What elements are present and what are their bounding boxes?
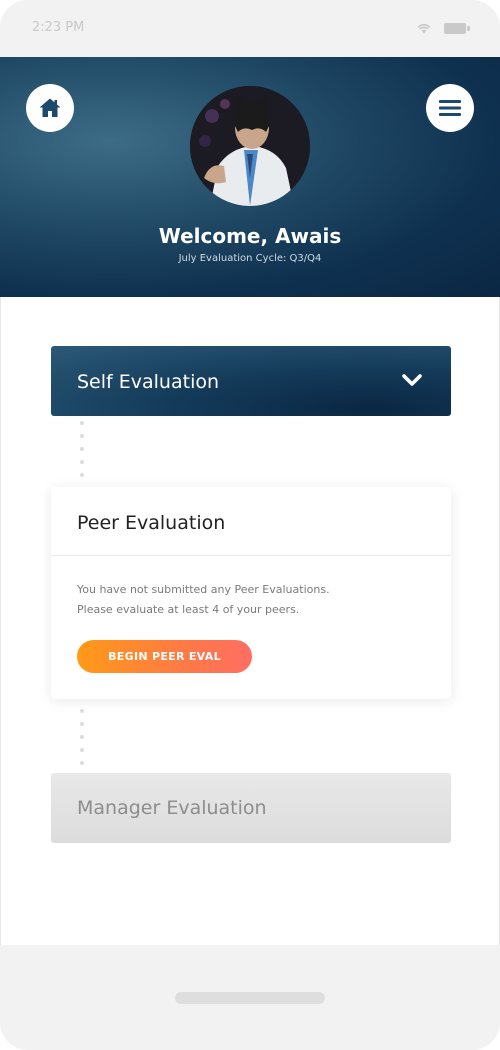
peer-evaluation-message-line-1: You have not submitted any Peer Evaluati…: [77, 583, 330, 596]
home-icon: [39, 98, 61, 117]
hamburger-menu-icon: [439, 100, 461, 116]
status-time: 2:23 PM: [32, 20, 85, 35]
manager-evaluation-label: Manager Evaluation: [77, 797, 267, 819]
timeline-dot: [80, 735, 84, 739]
avatar: [190, 86, 310, 206]
welcome-heading: Welcome, Awais: [158, 224, 342, 248]
wifi-icon: [417, 24, 431, 34]
evaluation-cycle-label: July Evaluation Cycle: Q3/Q4: [178, 253, 322, 264]
battery-icon: [444, 23, 470, 34]
self-evaluation-accordion[interactable]: Self Evaluation: [51, 346, 451, 416]
home-button[interactable]: [26, 84, 74, 132]
timeline-dot: [80, 722, 84, 726]
timeline-dot: [80, 434, 84, 438]
peer-evaluation-card: Peer Evaluation You have not submitted a…: [51, 487, 451, 699]
timeline-dot: [80, 709, 84, 713]
bottom-bar: [0, 945, 500, 1050]
evaluation-list: Self Evaluation Peer Evaluation You have…: [0, 297, 500, 945]
timeline-dot: [80, 761, 84, 765]
divider: [51, 555, 451, 556]
peer-evaluation-message-line-2: Please evaluate at least 4 of your peers…: [77, 603, 300, 616]
status-bar: 2:23 PM: [0, 0, 500, 57]
self-evaluation-label: Self Evaluation: [77, 371, 220, 393]
timeline-dot: [80, 421, 84, 425]
phone-frame: 2:23 PM Welcome, Awais July Evaluation C…: [0, 0, 500, 1050]
timeline-dot: [80, 460, 84, 464]
timeline-dot: [80, 447, 84, 451]
timeline-dot: [80, 748, 84, 752]
timeline-dot: [80, 473, 84, 477]
profile-header: Welcome, Awais July Evaluation Cycle: Q3…: [0, 57, 500, 297]
peer-evaluation-title: Peer Evaluation: [77, 512, 226, 534]
home-indicator[interactable]: [175, 992, 325, 1004]
menu-button[interactable]: [426, 84, 474, 132]
chevron-down-icon[interactable]: [401, 372, 423, 388]
begin-peer-eval-button[interactable]: BEGIN PEER EVAL: [77, 640, 252, 673]
manager-evaluation-section: Manager Evaluation: [51, 773, 451, 843]
